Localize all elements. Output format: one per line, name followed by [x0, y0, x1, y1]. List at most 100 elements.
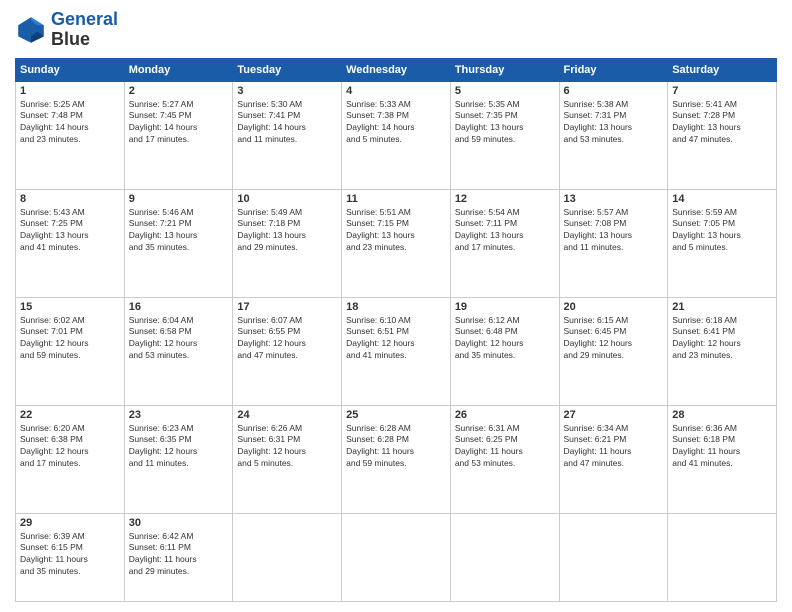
day-number: 1 [20, 85, 120, 97]
calendar-cell: 7 Sunrise: 5:41 AMSunset: 7:28 PMDaylight… [668, 81, 777, 189]
calendar-cell: 28 Sunrise: 6:36 AMSunset: 6:18 PMDayligh… [668, 405, 777, 513]
calendar-cell: 3 Sunrise: 5:30 AMSunset: 7:41 PMDaylight… [233, 81, 342, 189]
day-number: 24 [237, 409, 337, 421]
day-number: 30 [129, 517, 229, 529]
day-number: 10 [237, 193, 337, 205]
col-header-sunday: Sunday [16, 58, 125, 81]
calendar-cell [668, 513, 777, 601]
calendar-cell: 11 Sunrise: 5:51 AMSunset: 7:15 PMDayligh… [342, 189, 451, 297]
calendar-cell: 10 Sunrise: 5:49 AMSunset: 7:18 PMDayligh… [233, 189, 342, 297]
col-header-saturday: Saturday [668, 58, 777, 81]
calendar-cell: 25 Sunrise: 6:28 AMSunset: 6:28 PMDayligh… [342, 405, 451, 513]
day-number: 26 [455, 409, 555, 421]
day-number: 3 [237, 85, 337, 97]
calendar-cell [450, 513, 559, 601]
col-header-thursday: Thursday [450, 58, 559, 81]
cell-content: Sunrise: 5:41 AMSunset: 7:28 PMDaylight:… [672, 99, 772, 147]
day-number: 12 [455, 193, 555, 205]
col-header-monday: Monday [124, 58, 233, 81]
day-number: 29 [20, 517, 120, 529]
calendar-cell: 15 Sunrise: 6:02 AMSunset: 7:01 PMDayligh… [16, 297, 125, 405]
cell-content: Sunrise: 5:57 AMSunset: 7:08 PMDaylight:… [564, 207, 664, 255]
calendar-cell: 21 Sunrise: 6:18 AMSunset: 6:41 PMDayligh… [668, 297, 777, 405]
cell-content: Sunrise: 6:15 AMSunset: 6:45 PMDaylight:… [564, 315, 664, 363]
cell-content: Sunrise: 6:34 AMSunset: 6:21 PMDaylight:… [564, 423, 664, 471]
cell-content: Sunrise: 6:36 AMSunset: 6:18 PMDaylight:… [672, 423, 772, 471]
day-number: 15 [20, 301, 120, 313]
calendar-cell: 5 Sunrise: 5:35 AMSunset: 7:35 PMDaylight… [450, 81, 559, 189]
calendar-cell: 30 Sunrise: 6:42 AMSunset: 6:11 PMDayligh… [124, 513, 233, 601]
calendar-cell: 2 Sunrise: 5:27 AMSunset: 7:45 PMDaylight… [124, 81, 233, 189]
page: General Blue SundayMondayTuesdayWednesda… [0, 0, 792, 612]
calendar-cell: 27 Sunrise: 6:34 AMSunset: 6:21 PMDayligh… [559, 405, 668, 513]
calendar-cell: 19 Sunrise: 6:12 AMSunset: 6:48 PMDayligh… [450, 297, 559, 405]
cell-content: Sunrise: 5:46 AMSunset: 7:21 PMDaylight:… [129, 207, 229, 255]
cell-content: Sunrise: 6:04 AMSunset: 6:58 PMDaylight:… [129, 315, 229, 363]
calendar-cell: 9Sunrise: 5:46 AMSunset: 7:21 PMDaylight… [124, 189, 233, 297]
cell-content: Sunrise: 5:54 AMSunset: 7:11 PMDaylight:… [455, 207, 555, 255]
calendar-cell: 16 Sunrise: 6:04 AMSunset: 6:58 PMDayligh… [124, 297, 233, 405]
header: General Blue [15, 10, 777, 50]
day-number: 21 [672, 301, 772, 313]
day-number: 16 [129, 301, 229, 313]
cell-content: Sunrise: 5:33 AMSunset: 7:38 PMDaylight:… [346, 99, 446, 147]
cell-content: Sunrise: 5:35 AMSunset: 7:35 PMDaylight:… [455, 99, 555, 147]
logo-icon [15, 14, 47, 46]
day-number: 5 [455, 85, 555, 97]
cell-content: Sunrise: 6:18 AMSunset: 6:41 PMDaylight:… [672, 315, 772, 363]
calendar-cell [559, 513, 668, 601]
cell-content: Sunrise: 5:43 AMSunset: 7:25 PMDaylight:… [20, 207, 120, 255]
cell-content: Sunrise: 5:51 AMSunset: 7:15 PMDaylight:… [346, 207, 446, 255]
cell-content: Sunrise: 6:07 AMSunset: 6:55 PMDaylight:… [237, 315, 337, 363]
logo: General Blue [15, 10, 118, 50]
cell-content: Sunrise: 6:12 AMSunset: 6:48 PMDaylight:… [455, 315, 555, 363]
cell-content: Sunrise: 6:20 AMSunset: 6:38 PMDaylight:… [20, 423, 120, 471]
day-number: 6 [564, 85, 664, 97]
calendar-cell [233, 513, 342, 601]
day-number: 4 [346, 85, 446, 97]
calendar-table: SundayMondayTuesdayWednesdayThursdayFrid… [15, 58, 777, 602]
day-number: 2 [129, 85, 229, 97]
day-number: 19 [455, 301, 555, 313]
calendar-cell: 18 Sunrise: 6:10 AMSunset: 6:51 PMDayligh… [342, 297, 451, 405]
calendar-cell: 22Sunrise: 6:20 AMSunset: 6:38 PMDayligh… [16, 405, 125, 513]
cell-content: Sunrise: 5:49 AMSunset: 7:18 PMDaylight:… [237, 207, 337, 255]
cell-content: Sunrise: 6:28 AMSunset: 6:28 PMDaylight:… [346, 423, 446, 471]
day-number: 8 [20, 193, 120, 205]
cell-content: Sunrise: 6:26 AMSunset: 6:31 PMDaylight:… [237, 423, 337, 471]
cell-content: Sunrise: 5:30 AMSunset: 7:41 PMDaylight:… [237, 99, 337, 147]
logo-text: General Blue [51, 10, 118, 50]
cell-content: Sunrise: 5:25 AMSunset: 7:48 PMDaylight:… [20, 99, 120, 147]
day-number: 25 [346, 409, 446, 421]
calendar-cell: 12 Sunrise: 5:54 AMSunset: 7:11 PMDayligh… [450, 189, 559, 297]
calendar-cell: 24 Sunrise: 6:26 AMSunset: 6:31 PMDayligh… [233, 405, 342, 513]
day-number: 18 [346, 301, 446, 313]
calendar-cell: 1 Sunrise: 5:25 AMSunset: 7:48 PMDaylight… [16, 81, 125, 189]
cell-content: Sunrise: 6:02 AMSunset: 7:01 PMDaylight:… [20, 315, 120, 363]
day-number: 27 [564, 409, 664, 421]
calendar-cell: 20 Sunrise: 6:15 AMSunset: 6:45 PMDayligh… [559, 297, 668, 405]
cell-content: Sunrise: 5:59 AMSunset: 7:05 PMDaylight:… [672, 207, 772, 255]
cell-content: Sunrise: 6:39 AMSunset: 6:15 PMDaylight:… [20, 531, 120, 579]
day-number: 28 [672, 409, 772, 421]
day-number: 13 [564, 193, 664, 205]
calendar-cell: 13 Sunrise: 5:57 AMSunset: 7:08 PMDayligh… [559, 189, 668, 297]
calendar-cell: 26 Sunrise: 6:31 AMSunset: 6:25 PMDayligh… [450, 405, 559, 513]
calendar-cell [342, 513, 451, 601]
cell-content: Sunrise: 6:42 AMSunset: 6:11 PMDaylight:… [129, 531, 229, 579]
calendar-cell: 8 Sunrise: 5:43 AMSunset: 7:25 PMDaylight… [16, 189, 125, 297]
cell-content: Sunrise: 6:31 AMSunset: 6:25 PMDaylight:… [455, 423, 555, 471]
day-number: 7 [672, 85, 772, 97]
day-number: 20 [564, 301, 664, 313]
calendar-cell: 14 Sunrise: 5:59 AMSunset: 7:05 PMDayligh… [668, 189, 777, 297]
calendar-cell: 6 Sunrise: 5:38 AMSunset: 7:31 PMDaylight… [559, 81, 668, 189]
cell-content: Sunrise: 5:38 AMSunset: 7:31 PMDaylight:… [564, 99, 664, 147]
calendar-cell: 17Sunrise: 6:07 AMSunset: 6:55 PMDayligh… [233, 297, 342, 405]
cell-content: Sunrise: 6:10 AMSunset: 6:51 PMDaylight:… [346, 315, 446, 363]
calendar-cell: 23Sunrise: 6:23 AMSunset: 6:35 PMDayligh… [124, 405, 233, 513]
day-number: 11 [346, 193, 446, 205]
calendar-cell: 29 Sunrise: 6:39 AMSunset: 6:15 PMDayligh… [16, 513, 125, 601]
cell-content: Sunrise: 5:27 AMSunset: 7:45 PMDaylight:… [129, 99, 229, 147]
cell-content: Sunrise: 6:23 AMSunset: 6:35 PMDaylight:… [129, 423, 229, 471]
day-number: 14 [672, 193, 772, 205]
